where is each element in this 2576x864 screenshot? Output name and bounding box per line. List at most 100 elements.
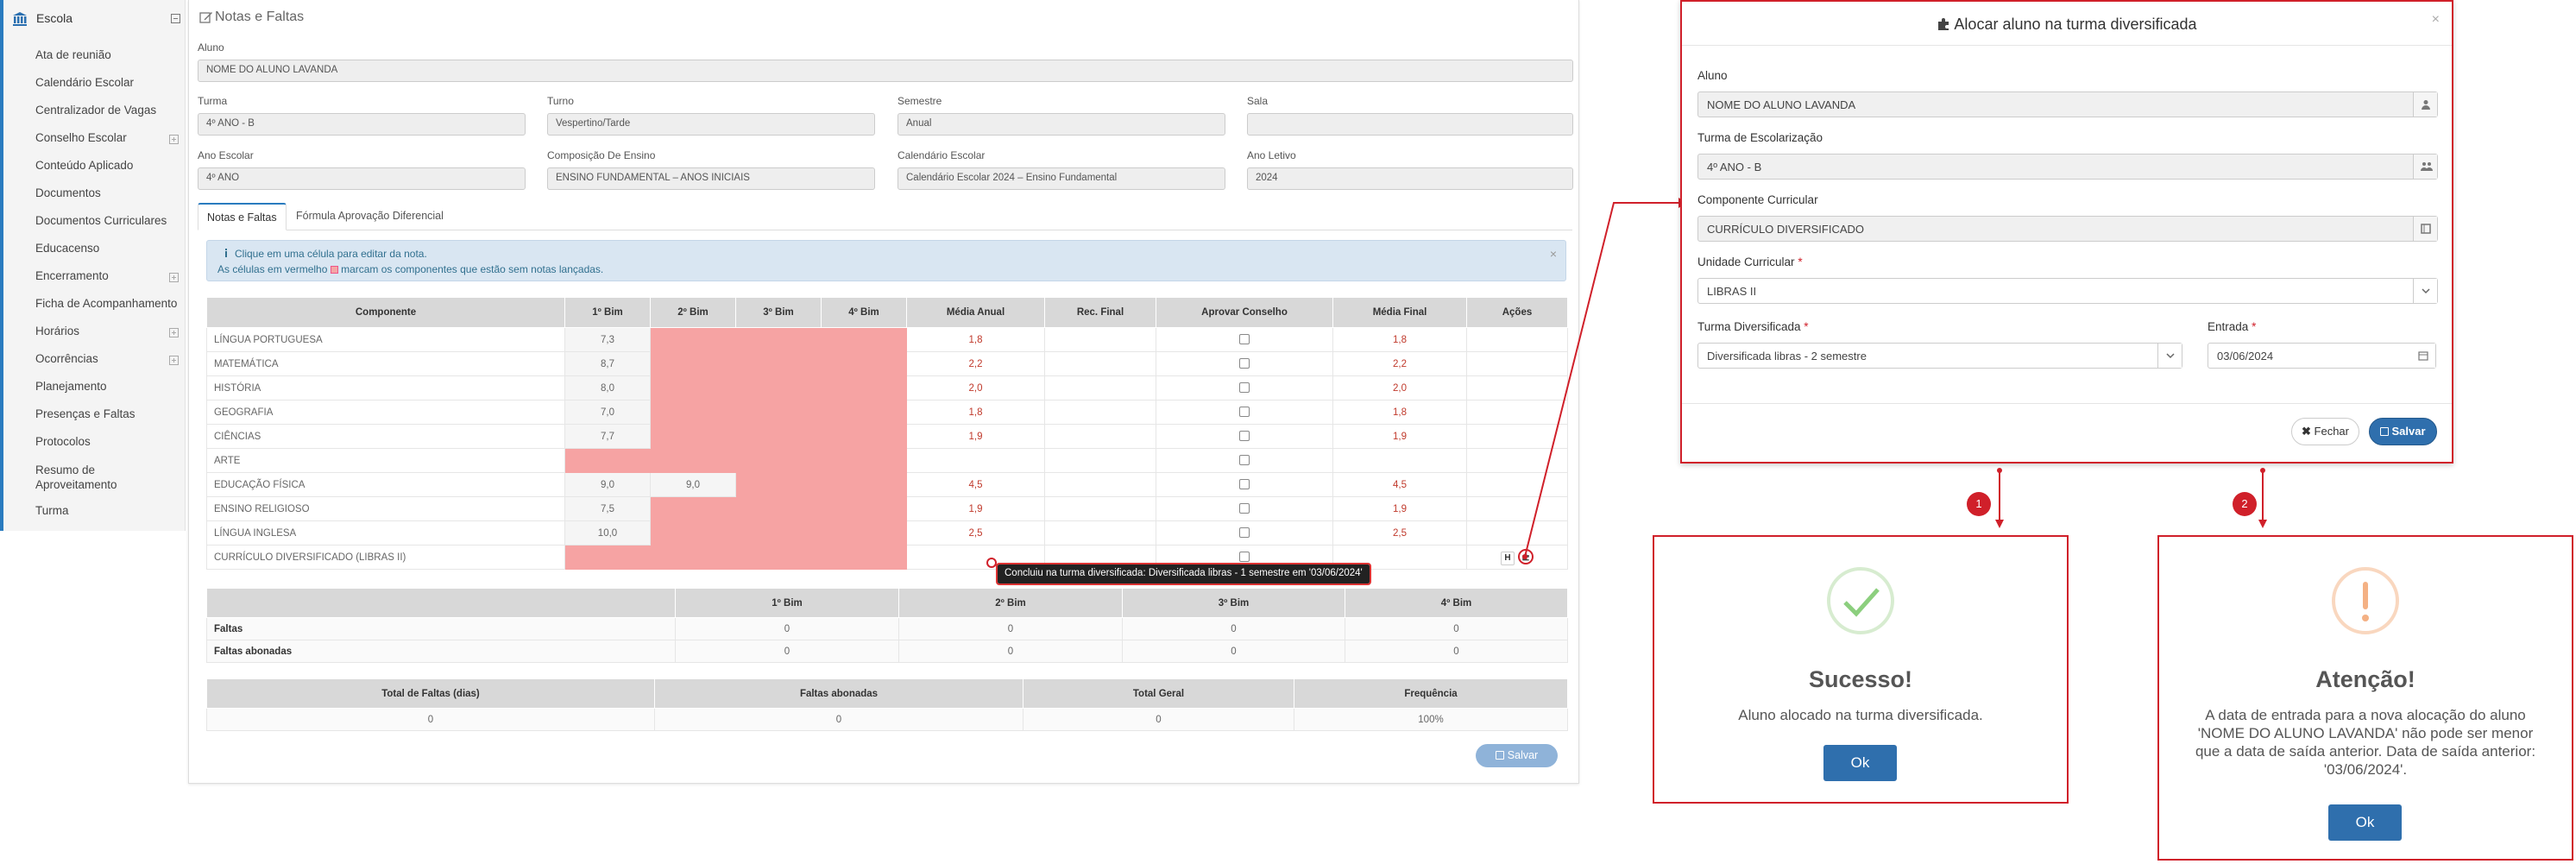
grade-cell[interactable]	[650, 545, 736, 570]
sidebar-item[interactable]: Conteúdo Aplicado	[3, 154, 186, 181]
sidebar-item[interactable]: Presenças e Faltas	[3, 402, 186, 430]
component-name: CIÊNCIAS	[206, 424, 565, 449]
grade-cell[interactable]	[650, 375, 736, 400]
expand-icon[interactable]	[169, 273, 179, 282]
sidebar-item[interactable]: Protocolos	[3, 430, 186, 457]
grade-cell[interactable]: 7,3	[564, 327, 651, 352]
rec-final-cell[interactable]	[1044, 424, 1156, 449]
grade-cell[interactable]	[650, 448, 736, 473]
rec-final-cell[interactable]	[1044, 327, 1156, 352]
modal-save-button[interactable]: Salvar	[2369, 418, 2437, 445]
history-button[interactable]: H	[1501, 551, 1515, 565]
rec-final-cell[interactable]	[1044, 375, 1156, 400]
grade-cell[interactable]	[650, 400, 736, 425]
sidebar-item[interactable]: Ficha de Acompanhamento	[3, 292, 186, 319]
grade-cell[interactable]	[650, 351, 736, 376]
expand-icon[interactable]	[169, 135, 179, 144]
sidebar-item[interactable]: Planejamento	[3, 375, 186, 402]
aprovar-conselho-cell	[1156, 327, 1333, 352]
grade-cell[interactable]: 7,7	[564, 424, 651, 449]
aprovar-checkbox[interactable]	[1239, 334, 1250, 345]
close-button[interactable]: ✖ Fechar	[2291, 418, 2359, 445]
sidebar-header[interactable]: Escola	[3, 7, 186, 31]
collapse-icon[interactable]	[171, 14, 180, 23]
grade-cell[interactable]	[735, 496, 822, 521]
grade-cell[interactable]	[735, 448, 822, 473]
expand-icon[interactable]	[169, 328, 179, 337]
warning-ok-button[interactable]: Ok	[2328, 804, 2402, 841]
grade-cell[interactable]	[821, 472, 907, 497]
grade-cell[interactable]	[821, 520, 907, 546]
aprovar-checkbox[interactable]	[1239, 455, 1250, 466]
sidebar-item[interactable]: Educacenso	[3, 236, 186, 264]
sidebar-item[interactable]: Turma	[3, 499, 186, 527]
grade-cell[interactable]	[650, 496, 736, 521]
entrada-date-input[interactable]: 03/06/2024	[2208, 343, 2436, 369]
expand-icon[interactable]	[169, 356, 179, 365]
grade-cell[interactable]	[735, 351, 822, 376]
grade-cell[interactable]	[735, 545, 822, 570]
grade-cell[interactable]	[735, 400, 822, 425]
aprovar-checkbox[interactable]	[1239, 552, 1250, 563]
success-ok-button[interactable]: Ok	[1823, 745, 1897, 781]
sidebar-item[interactable]: Horários	[3, 319, 186, 347]
unidade-select[interactable]: LIBRAS II	[1697, 278, 2438, 304]
grade-cell[interactable]: 10,0	[564, 520, 651, 546]
grade-cell[interactable]: 9,0	[564, 472, 651, 497]
aprovar-checkbox[interactable]	[1239, 479, 1250, 490]
grade-cell[interactable]	[821, 496, 907, 521]
aprovar-checkbox[interactable]	[1239, 382, 1250, 394]
sidebar-item-label: Conselho Escolar	[35, 131, 127, 144]
grade-cell[interactable]	[821, 448, 907, 473]
turma-diversificada-select[interactable]: Diversificada libras - 2 semestre	[1697, 343, 2182, 369]
sidebar-item[interactable]: Ata de reunião	[3, 43, 186, 71]
aprovar-checkbox[interactable]	[1239, 407, 1250, 418]
sidebar-item[interactable]: Centralizador de Vagas	[3, 98, 186, 126]
aprovar-checkbox[interactable]	[1239, 358, 1250, 369]
grade-cell[interactable]	[735, 375, 822, 400]
grade-cell[interactable]	[650, 520, 736, 546]
rec-final-cell[interactable]	[1044, 400, 1156, 425]
grade-cell[interactable]: 7,0	[564, 400, 651, 425]
component-name: GEOGRAFIA	[206, 400, 565, 425]
modal-close-icon[interactable]: ×	[2432, 12, 2440, 28]
rec-final-cell[interactable]	[1044, 351, 1156, 376]
grade-cell[interactable]	[735, 472, 822, 497]
sidebar-item[interactable]: Encerramento	[3, 264, 186, 292]
grade-cell[interactable]: 8,0	[564, 375, 651, 400]
rec-final-cell[interactable]	[1044, 472, 1156, 497]
grade-cell[interactable]	[650, 327, 736, 352]
grade-cell[interactable]	[821, 400, 907, 425]
grade-cell[interactable]	[735, 424, 822, 449]
grade-cell[interactable]	[821, 375, 907, 400]
aprovar-checkbox[interactable]	[1239, 527, 1250, 539]
aprovar-checkbox[interactable]	[1239, 431, 1250, 442]
sidebar-item[interactable]: Ocorrências	[3, 347, 186, 375]
sidebar-item[interactable]: Documentos Curriculares	[3, 209, 186, 236]
grade-cell[interactable]	[564, 448, 651, 473]
sidebar-item[interactable]: Resumo de Aproveitamento	[3, 457, 186, 499]
grade-cell[interactable]	[821, 545, 907, 570]
grade-cell[interactable]	[735, 327, 822, 352]
grade-cell[interactable]	[821, 424, 907, 449]
save-button[interactable]: Salvar	[1476, 744, 1558, 767]
rec-final-cell[interactable]	[1044, 496, 1156, 521]
grade-cell[interactable]: 7,5	[564, 496, 651, 521]
rec-final-cell[interactable]	[1044, 520, 1156, 546]
grade-cell[interactable]	[821, 351, 907, 376]
sidebar-item[interactable]: Conselho Escolar	[3, 126, 186, 154]
rec-final-cell[interactable]	[1044, 448, 1156, 473]
sidebar-item[interactable]: Calendário Escolar	[3, 71, 186, 98]
grade-cell[interactable]	[735, 520, 822, 546]
calendar-icon[interactable]	[2411, 344, 2435, 368]
tab-formula-aprovacao[interactable]: Fórmula Aprovação Diferencial	[287, 203, 452, 230]
grade-cell[interactable]	[650, 424, 736, 449]
grade-cell[interactable]: 8,7	[564, 351, 651, 376]
tab-notas-faltas[interactable]: Notas e Faltas	[198, 203, 287, 230]
sidebar-item[interactable]: Documentos	[3, 181, 186, 209]
grade-cell[interactable]: 9,0	[650, 472, 736, 497]
grades-header-cell: 2º Bim	[650, 297, 736, 328]
grade-cell[interactable]	[564, 545, 651, 570]
aprovar-checkbox[interactable]	[1239, 503, 1250, 514]
grade-cell[interactable]	[821, 327, 907, 352]
